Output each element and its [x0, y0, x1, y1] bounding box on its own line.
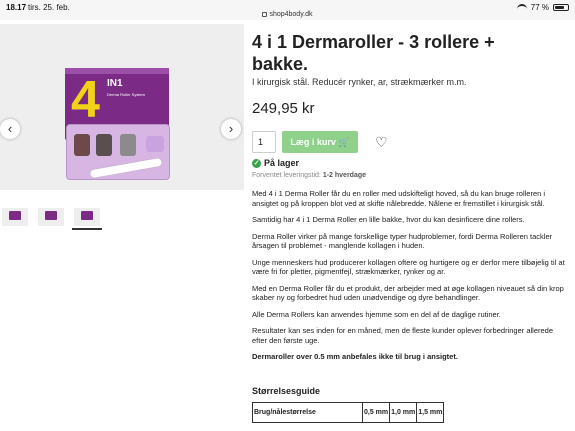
box-label: IN1: [107, 78, 123, 89]
status-bar: 18.17 tirs. 25. feb. shop4body.dk 77 %: [0, 0, 575, 20]
product-image-gallery[interactable]: 4 IN1 Derma Roller System: [0, 24, 244, 190]
product-subtitle: I kirurgisk stål. Reducér rynker, ar, st…: [252, 77, 467, 87]
delivery-label: Forventet leveringstid:: [252, 172, 321, 179]
status-icons: 77 %: [516, 3, 569, 12]
thumbnail-image: [74, 208, 100, 226]
lock-icon: [262, 11, 268, 17]
size-guide-table: Brug/nålestørrelse 0,5 mm 1,0 mm 1,5 mm: [252, 402, 445, 423]
stock-status: ✓ På lager: [252, 158, 299, 168]
add-to-cart-label: Læg i kurv: [290, 137, 336, 147]
description-paragraph: Derma Roller virker på mange forskellige…: [252, 231, 553, 251]
table-header-cell: 1,5 mm: [416, 402, 445, 423]
description-paragraph: Med 4 i 1 Derma Roller får du en roller …: [252, 189, 546, 208]
battery-percent: 77 %: [530, 3, 549, 12]
description-paragraph: Med en Derma Roller får du et produkt, d…: [252, 283, 564, 303]
disinfect-cup: [146, 136, 164, 152]
table-header-cell: 0,5 mm: [361, 402, 391, 423]
roller-head-3: [120, 134, 136, 156]
check-icon: ✓: [252, 158, 261, 168]
thumbnail-3[interactable]: [72, 206, 102, 230]
wifi-icon: [516, 4, 527, 11]
delivery-value: 1-2 hverdage: [322, 172, 367, 179]
description-warning: Dermaroller over 0.5 mm anbefales ikke t…: [252, 352, 458, 361]
stock-label: På lager: [264, 158, 300, 168]
battery-fill: [555, 6, 565, 9]
product-description: Med 4 i 1 Derma Roller får du en roller …: [252, 189, 567, 369]
address-url: shop4body.dk: [269, 11, 313, 18]
size-guide-title: Størrelsesguide: [252, 386, 321, 396]
product-title: 4 i 1 Dermaroller - 3 rollere + bakke.: [252, 32, 495, 74]
wishlist-heart-icon[interactable]: ♡: [375, 134, 388, 151]
battery-icon: [553, 4, 569, 11]
description-paragraph: Unge menneskers hud producerer kollagen …: [252, 257, 565, 277]
table-row: Brug/nålestørrelse 0,5 mm 1,0 mm 1,5 mm: [252, 402, 445, 423]
table-header-cell: 1,0 mm: [389, 402, 418, 423]
thumbnail-strip: [0, 206, 102, 230]
description-paragraph: Samtidig har 4 i 1 Derma Roller en lille…: [252, 215, 525, 224]
thumbnail-image: [2, 208, 28, 226]
quantity-input[interactable]: 1: [252, 131, 276, 153]
cart-icon: 🛒: [338, 137, 350, 147]
description-paragraph: Resultater kan ses inden for en måned, m…: [252, 326, 554, 345]
add-to-cart-button[interactable]: Læg i kurv 🛒: [282, 131, 358, 153]
address-bar[interactable]: shop4body.dk: [0, 11, 575, 18]
gallery-next-button[interactable]: ›: [221, 119, 241, 139]
delivery-time: Forventet leveringstid: 1-2 hverdage: [252, 172, 366, 179]
thumbnail-image: [38, 208, 64, 226]
product-price: 249,95 kr: [252, 100, 315, 117]
table-header-cell: Brug/nålestørrelse: [252, 402, 363, 423]
roller-head-2: [96, 134, 112, 156]
box-big-number: 4: [71, 71, 100, 129]
box-subtitle: Derma Roller System: [107, 92, 146, 97]
thumbnail-1[interactable]: [0, 206, 30, 230]
roller-head-1: [74, 134, 90, 156]
thumbnail-2[interactable]: [36, 206, 66, 230]
description-paragraph: Alle Derma Rollers kan anvendes hjemme s…: [252, 309, 501, 319]
gallery-prev-button[interactable]: ‹: [0, 119, 20, 139]
